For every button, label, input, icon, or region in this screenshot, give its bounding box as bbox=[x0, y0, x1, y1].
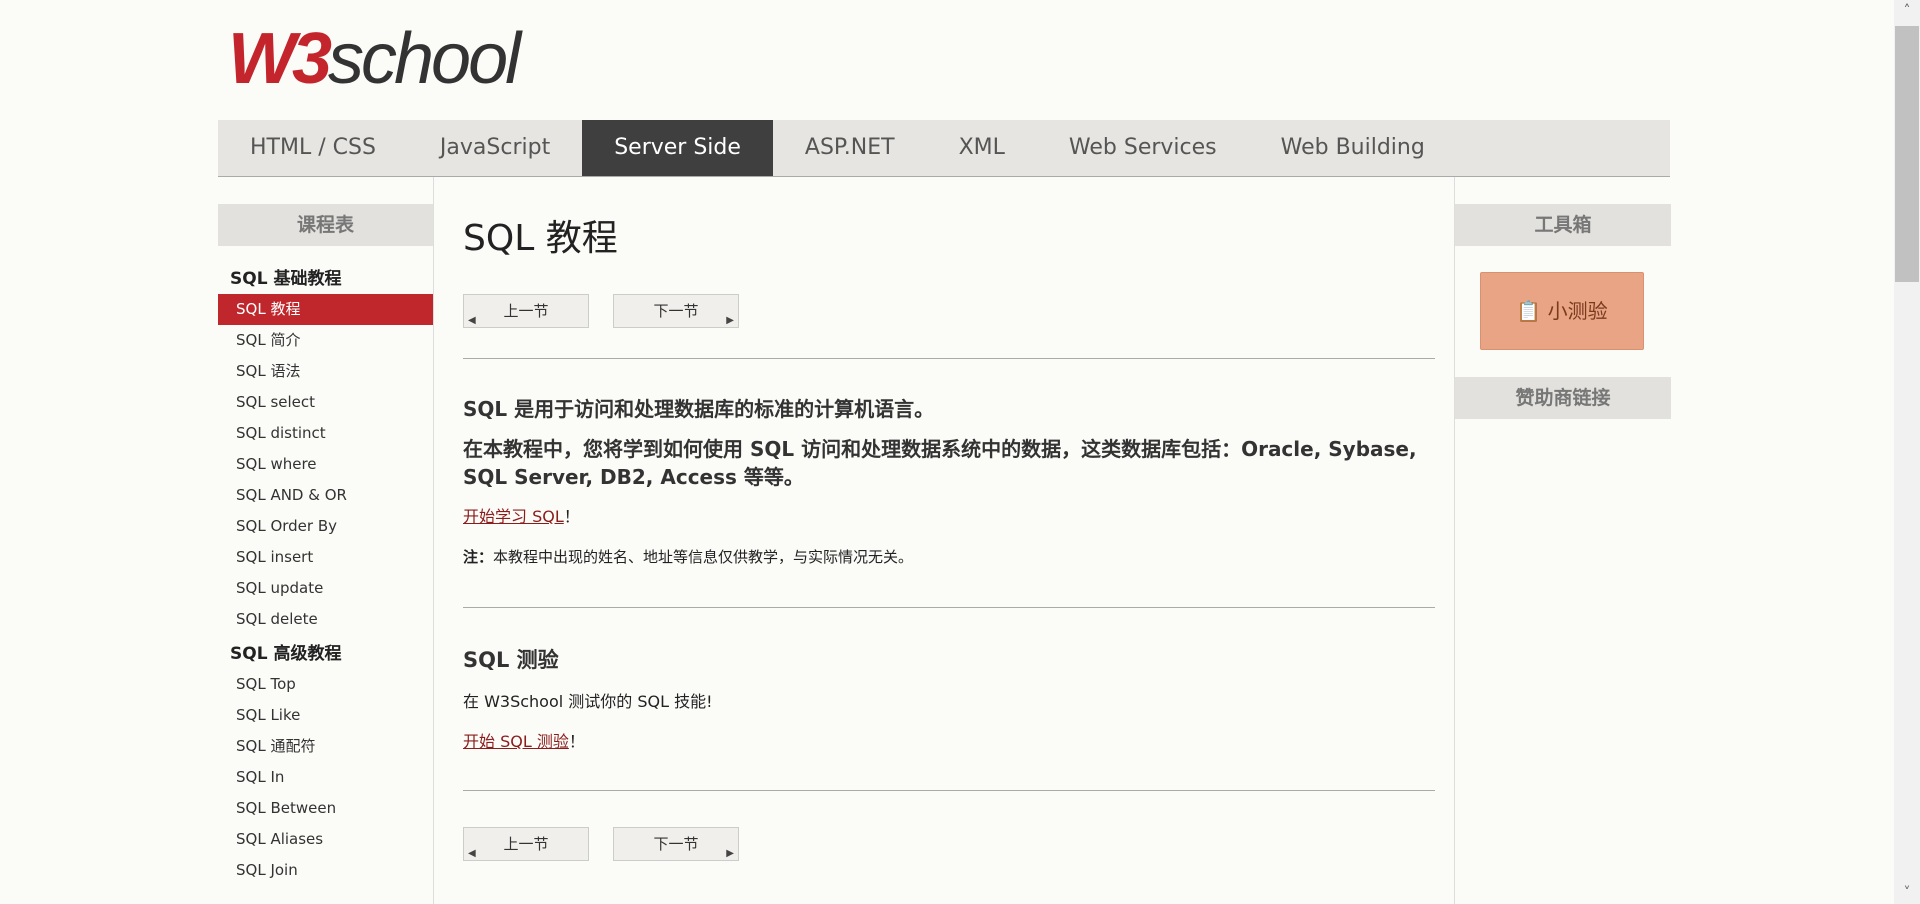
nav-tab-asp-net[interactable]: ASP.NET bbox=[773, 120, 927, 176]
nav-tab-web-building[interactable]: Web Building bbox=[1249, 120, 1457, 176]
sidebar-item[interactable]: SQL Order By bbox=[218, 511, 433, 542]
sidebar-item[interactable]: SQL insert bbox=[218, 542, 433, 573]
sidebar-item[interactable]: SQL 教程 bbox=[218, 294, 433, 325]
next-button[interactable]: 下一节 ▶ bbox=[613, 827, 739, 861]
sidebar-item[interactable]: SQL Top bbox=[218, 669, 433, 700]
nav-tab-html-css[interactable]: HTML / CSS bbox=[218, 120, 408, 176]
pager-top: ◀ 上一节 下一节 ▶ bbox=[463, 294, 1435, 328]
logo-w3: W3 bbox=[228, 19, 332, 99]
right-arrow-icon: ▶ bbox=[726, 315, 734, 326]
sidebar-item[interactable]: SQL 通配符 bbox=[218, 731, 433, 762]
start-learning-link[interactable]: 开始学习 SQL bbox=[463, 507, 564, 526]
nav-tab-xml[interactable]: XML bbox=[927, 120, 1037, 176]
quiz-line: 开始 SQL 测验！ bbox=[463, 730, 1435, 754]
exclamation: ！ bbox=[568, 732, 585, 751]
nav-tab-javascript[interactable]: JavaScript bbox=[408, 120, 582, 176]
page-title: SQL 教程 bbox=[463, 218, 618, 259]
sidebar-item[interactable]: SQL Aliases bbox=[218, 824, 433, 855]
intro-lead-2: 在本教程中，您将学到如何使用 SQL 访问和处理数据系统中的数据，这类数据库包括… bbox=[463, 437, 1417, 489]
w3school-logo[interactable]: W3school bbox=[228, 23, 521, 95]
sidebar-item[interactable]: SQL select bbox=[218, 387, 433, 418]
main-content: SQL 教程 ◀ 上一节 下一节 ▶ SQL 是用于访问和处理数据库的标准的计算机语… bbox=[463, 177, 1435, 861]
prev-button[interactable]: ◀ 上一节 bbox=[463, 827, 589, 861]
page: W3school HTML / CSS JavaScript Server Side… bbox=[218, 0, 1671, 904]
start-quiz-link[interactable]: 开始 SQL 测验 bbox=[463, 732, 569, 751]
sidebar-item[interactable]: SQL Join bbox=[218, 855, 433, 886]
sidebar-item[interactable]: SQL where bbox=[218, 449, 433, 480]
quiz-button-label: 小测验 bbox=[1547, 299, 1608, 323]
prev-label: 上一节 bbox=[503, 302, 549, 320]
start-line: 开始学习 SQL！ bbox=[463, 505, 1435, 529]
sidebar-item[interactable]: SQL delete bbox=[218, 604, 433, 635]
divider bbox=[463, 358, 1435, 359]
quiz-button[interactable]: 📋 小测验 bbox=[1480, 272, 1644, 350]
sidebar-section-basic: SQL 基础教程 bbox=[230, 269, 342, 289]
sidebar-item[interactable]: SQL AND & OR bbox=[218, 480, 433, 511]
sidebar-item[interactable]: SQL Between bbox=[218, 793, 433, 824]
main-nav: HTML / CSS JavaScript Server Side ASP.NET XM… bbox=[218, 120, 1670, 177]
next-label: 下一节 bbox=[653, 835, 699, 853]
exclamation: ！ bbox=[563, 507, 580, 526]
sidebar-item[interactable]: SQL In bbox=[218, 762, 433, 793]
sidebar-item[interactable]: SQL Like bbox=[218, 700, 433, 731]
sidebar-item[interactable]: SQL 简介 bbox=[218, 325, 433, 356]
note-label: 注： bbox=[463, 548, 494, 566]
sidebar-title: 课程表 bbox=[218, 204, 433, 246]
scrollbar[interactable]: ˄ ˅ bbox=[1894, 0, 1920, 904]
sidebar-item[interactable]: SQL 语法 bbox=[218, 356, 433, 387]
intro-lead: SQL 是用于访问和处理数据库的标准的计算机语言。 bbox=[463, 397, 935, 421]
prev-button[interactable]: ◀ 上一节 bbox=[463, 294, 589, 328]
sidebar-item[interactable]: SQL distinct bbox=[218, 418, 433, 449]
clipboard-icon: 📋 bbox=[1516, 299, 1542, 323]
note-text: 本教程中出现的姓名、地址等信息仅供教学，与实际情况无关。 bbox=[493, 548, 914, 566]
quiz-heading: SQL 测验 bbox=[463, 648, 559, 672]
prev-label: 上一节 bbox=[503, 835, 549, 853]
nav-tab-web-services[interactable]: Web Services bbox=[1037, 120, 1249, 176]
scroll-up-icon[interactable]: ˄ bbox=[1894, 0, 1920, 22]
right-panel: 工具箱 📋 小测验 赞助商链接 bbox=[1454, 177, 1671, 904]
logo-school: school bbox=[328, 19, 521, 99]
sidebar: 课程表 SQL 基础教程 SQL 教程 SQL 简介 SQL 语法 SQL selec… bbox=[218, 177, 434, 904]
scroll-down-icon[interactable]: ˅ bbox=[1894, 882, 1920, 904]
sponsor-title: 赞助商链接 bbox=[1455, 377, 1671, 419]
pager-bottom: ◀ 上一节 下一节 ▶ bbox=[463, 827, 1435, 861]
note: 注：本教程中出现的姓名、地址等信息仅供教学，与实际情况无关。 bbox=[463, 545, 1435, 569]
left-arrow-icon: ◀ bbox=[468, 848, 476, 859]
divider bbox=[463, 607, 1435, 608]
sidebar-item[interactable]: SQL update bbox=[218, 573, 433, 604]
nav-tab-server-side[interactable]: Server Side bbox=[582, 120, 773, 176]
quiz-text: 在 W3School 测试你的 SQL 技能! bbox=[463, 692, 713, 711]
right-arrow-icon: ▶ bbox=[726, 848, 734, 859]
toolbox-title: 工具箱 bbox=[1455, 204, 1671, 246]
left-arrow-icon: ◀ bbox=[468, 315, 476, 326]
divider bbox=[463, 790, 1435, 791]
scroll-thumb[interactable] bbox=[1895, 26, 1919, 282]
next-button[interactable]: 下一节 ▶ bbox=[613, 294, 739, 328]
sidebar-section-advanced: SQL 高级教程 bbox=[230, 644, 342, 664]
next-label: 下一节 bbox=[653, 302, 699, 320]
